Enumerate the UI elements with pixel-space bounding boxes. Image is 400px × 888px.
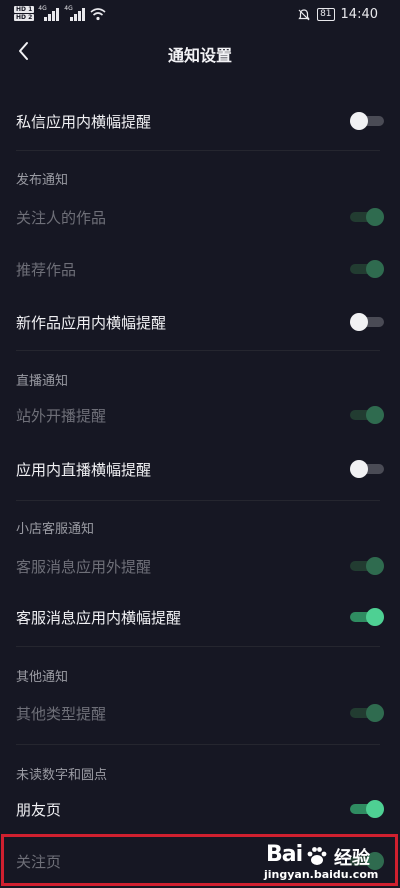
setting-row-cs-outside[interactable]: 客服消息应用外提醒 bbox=[0, 549, 400, 583]
watermark-brand: Bai bbox=[266, 842, 303, 867]
divider bbox=[16, 646, 380, 647]
divider bbox=[16, 744, 380, 745]
setting-label: 新作品应用内横幅提醒 bbox=[16, 314, 167, 332]
toggle-switch[interactable] bbox=[350, 112, 384, 130]
toggle-switch[interactable] bbox=[350, 557, 384, 575]
toggle-switch[interactable] bbox=[350, 800, 384, 818]
setting-label: 私信应用内横幅提醒 bbox=[16, 113, 152, 131]
clock: 14:40 bbox=[340, 7, 378, 22]
setting-row-other-types[interactable]: 其他类型提醒 bbox=[0, 696, 400, 730]
setting-row-live-banner[interactable]: 应用内直播横幅提醒 bbox=[0, 452, 400, 486]
page-title: 通知设置 bbox=[167, 46, 232, 65]
hd1-label: HD 1 bbox=[14, 6, 35, 13]
setting-row-following-works[interactable]: 关注人的作品 bbox=[0, 200, 400, 234]
toggle-switch[interactable] bbox=[350, 208, 384, 226]
setting-row-offsite-live[interactable]: 站外开播提醒 bbox=[0, 398, 400, 432]
watermark-text: 经验 bbox=[334, 848, 370, 869]
divider bbox=[16, 150, 380, 151]
setting-label: 其他类型提醒 bbox=[16, 705, 107, 723]
signal-icon-2: 4G bbox=[64, 5, 86, 21]
section-header-shop: 小店客服通知 bbox=[16, 522, 95, 537]
watermark-url: jingyan.baidu.com bbox=[264, 868, 379, 881]
section-header-unread: 未读数字和圆点 bbox=[16, 768, 108, 783]
setting-row-cs-banner[interactable]: 客服消息应用内横幅提醒 bbox=[0, 600, 400, 634]
setting-label: 客服消息应用外提醒 bbox=[16, 558, 152, 576]
setting-label: 客服消息应用内横幅提醒 bbox=[16, 609, 182, 627]
baidu-watermark: Bai 经验 jingyan.baidu.com bbox=[262, 840, 392, 884]
section-header-other: 其他通知 bbox=[16, 670, 69, 685]
divider bbox=[16, 500, 380, 501]
signal-icon: 4G bbox=[38, 5, 60, 21]
wifi-icon bbox=[90, 7, 106, 20]
setting-label: 站外开播提醒 bbox=[16, 407, 107, 425]
status-bar: HD 1 HD 2 4G 4G 81 14:40 bbox=[0, 0, 400, 30]
toggle-switch[interactable] bbox=[350, 460, 384, 478]
paw-icon bbox=[307, 847, 327, 865]
setting-row-friends-page[interactable]: 朋友页 bbox=[0, 792, 400, 826]
hd-indicator: HD 1 HD 2 bbox=[14, 6, 35, 21]
toggle-switch[interactable] bbox=[350, 704, 384, 722]
setting-label: 朋友页 bbox=[16, 801, 62, 819]
setting-label: 应用内直播横幅提醒 bbox=[16, 461, 152, 479]
header: 通知设置 bbox=[0, 30, 400, 74]
hd2-label: HD 2 bbox=[14, 14, 35, 21]
setting-row-recommended-works[interactable]: 推荐作品 bbox=[0, 252, 400, 286]
setting-row-dm-banner[interactable]: 私信应用内横幅提醒 bbox=[0, 104, 400, 138]
battery-indicator: 81 bbox=[317, 8, 335, 21]
setting-row-new-works-banner[interactable]: 新作品应用内横幅提醒 bbox=[0, 305, 400, 339]
mute-bell-icon bbox=[298, 8, 310, 20]
setting-label: 关注人的作品 bbox=[16, 209, 107, 227]
toggle-switch[interactable] bbox=[350, 260, 384, 278]
toggle-switch[interactable] bbox=[350, 406, 384, 424]
section-header-publish: 发布通知 bbox=[16, 173, 69, 188]
divider bbox=[16, 350, 380, 351]
toggle-switch[interactable] bbox=[350, 608, 384, 626]
section-header-live: 直播通知 bbox=[16, 374, 69, 389]
setting-label: 推荐作品 bbox=[16, 261, 77, 279]
toggle-switch[interactable] bbox=[350, 313, 384, 331]
